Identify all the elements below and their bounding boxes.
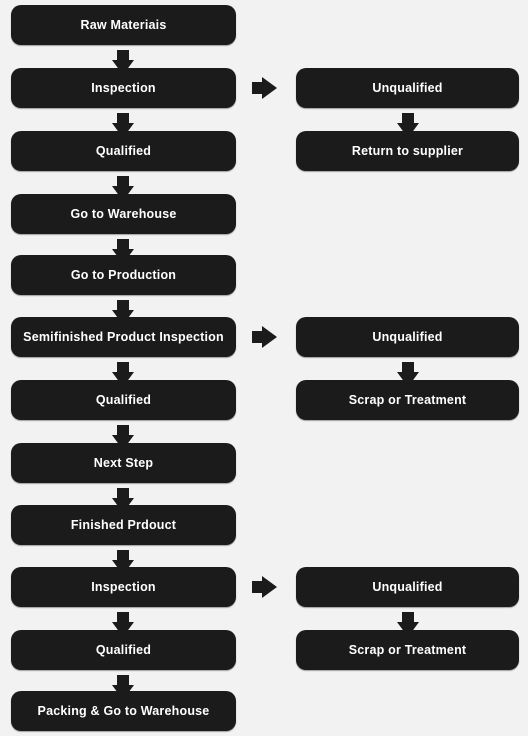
- node-label: Inspection: [91, 80, 156, 95]
- node-label: Return to supplier: [351, 143, 464, 158]
- node-label: Packing & Go to Warehouse: [37, 703, 210, 718]
- flowchart-canvas: Raw Materiais Inspection Qualified Go to…: [0, 0, 528, 736]
- process-node-raw-materials[interactable]: Raw Materiais: [11, 5, 236, 45]
- node-label: Semifinished Product Inspection: [23, 329, 224, 344]
- node-label: Unqualified: [372, 80, 443, 95]
- process-node-qualified-2[interactable]: Qualified: [11, 380, 236, 420]
- process-node-finished-product[interactable]: Finished Prdouct: [11, 505, 236, 545]
- node-label: Go to Warehouse: [70, 206, 177, 221]
- node-label: Scrap or Treatment: [348, 392, 467, 407]
- branch-node-unqualified-3[interactable]: Unqualified: [296, 567, 519, 607]
- node-label: Scrap or Treatment: [348, 642, 467, 657]
- process-node-qualified-1[interactable]: Qualified: [11, 131, 236, 171]
- process-node-go-to-warehouse[interactable]: Go to Warehouse: [11, 194, 236, 234]
- process-node-inspection-2[interactable]: Inspection: [11, 567, 236, 607]
- node-label: Unqualified: [372, 329, 443, 344]
- node-label: Inspection: [91, 579, 156, 594]
- branch-node-return-to-supplier[interactable]: Return to supplier: [296, 131, 519, 171]
- node-label: Next Step: [93, 455, 154, 470]
- process-node-qualified-3[interactable]: Qualified: [11, 630, 236, 670]
- node-label: Qualified: [95, 642, 152, 657]
- node-label: Qualified: [95, 392, 152, 407]
- process-node-go-to-production[interactable]: Go to Production: [11, 255, 236, 295]
- branch-node-scrap-or-treatment-1[interactable]: Scrap or Treatment: [296, 380, 519, 420]
- process-node-semifinished-product-inspection[interactable]: Semifinished Product Inspection: [11, 317, 236, 357]
- node-label: Unqualified: [372, 579, 443, 594]
- arrow-right-icon: [252, 77, 277, 99]
- process-node-packing-go-to-warehouse[interactable]: Packing & Go to Warehouse: [11, 691, 236, 731]
- node-label: Raw Materiais: [80, 17, 167, 32]
- branch-node-scrap-or-treatment-2[interactable]: Scrap or Treatment: [296, 630, 519, 670]
- arrow-right-icon: [252, 326, 277, 348]
- process-node-inspection-1[interactable]: Inspection: [11, 68, 236, 108]
- arrow-right-icon: [252, 576, 277, 598]
- branch-node-unqualified-1[interactable]: Unqualified: [296, 68, 519, 108]
- node-label: Finished Prdouct: [70, 517, 177, 532]
- node-label: Go to Production: [70, 267, 177, 282]
- branch-node-unqualified-2[interactable]: Unqualified: [296, 317, 519, 357]
- process-node-next-step[interactable]: Next Step: [11, 443, 236, 483]
- node-label: Qualified: [95, 143, 152, 158]
